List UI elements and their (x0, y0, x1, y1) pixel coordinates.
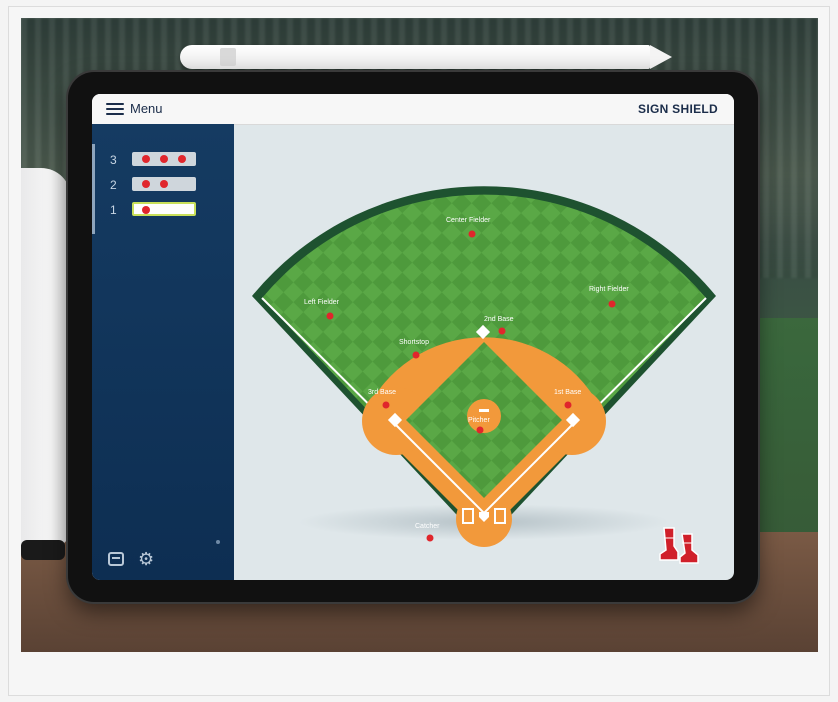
pitcher-mound (467, 399, 501, 433)
window-icon[interactable] (108, 552, 124, 566)
pitcher-rubber (479, 409, 489, 412)
outs-indicator[interactable] (132, 177, 196, 191)
player-marker[interactable] (468, 230, 476, 238)
player-marker[interactable] (608, 300, 616, 308)
tablet-device: Menu SIGN SHIELD 3 2 1 ⚙ Center Fielder … (68, 72, 758, 602)
player-marker[interactable] (476, 426, 484, 434)
outs-indicator-active[interactable] (132, 202, 196, 216)
outs-indicator[interactable] (132, 152, 196, 166)
position-label: Catcher (415, 523, 440, 530)
out-dot (142, 206, 150, 214)
sidebar-accent (92, 144, 95, 234)
stylus-pencil (180, 45, 672, 69)
out-dot (142, 155, 150, 163)
out-dot (142, 180, 150, 188)
outs-number: 3 (110, 153, 117, 167)
position-label: Center Fielder (446, 217, 491, 224)
position-label: 2nd Base (484, 316, 514, 323)
top-bar: Menu SIGN SHIELD (92, 94, 734, 125)
menu-label[interactable]: Menu (130, 101, 163, 116)
position-label: 1st Base (554, 389, 581, 396)
outs-number: 1 (110, 203, 117, 217)
app-screen: Menu SIGN SHIELD 3 2 1 ⚙ Center Fielder … (92, 94, 734, 580)
hamburger-icon[interactable] (106, 102, 124, 116)
player-marker[interactable] (426, 534, 434, 542)
position-label: Left Fielder (304, 299, 340, 306)
position-label: Right Fielder (589, 286, 629, 293)
out-dot (178, 155, 186, 163)
red-sox-logo (659, 527, 699, 564)
player-marker[interactable] (382, 401, 390, 409)
out-dot (160, 155, 168, 163)
baseball-field: Center Fielder Left Fielder Right Fielde… (252, 186, 716, 547)
position-label: Shortstop (399, 339, 429, 346)
gear-icon[interactable]: ⚙ (138, 550, 156, 568)
position-label: 3rd Base (368, 389, 396, 396)
sidebar-dot (216, 540, 220, 544)
sidebar: 3 2 1 ⚙ (92, 124, 234, 580)
position-label: Pitcher (468, 417, 490, 424)
brand-title: SIGN SHIELD (638, 102, 718, 116)
player-marker[interactable] (564, 401, 572, 409)
out-dot (160, 180, 168, 188)
player-marker[interactable] (326, 312, 334, 320)
outs-number: 2 (110, 178, 117, 192)
player-figure (21, 168, 71, 560)
player-marker[interactable] (498, 327, 506, 335)
player-marker[interactable] (412, 351, 420, 359)
